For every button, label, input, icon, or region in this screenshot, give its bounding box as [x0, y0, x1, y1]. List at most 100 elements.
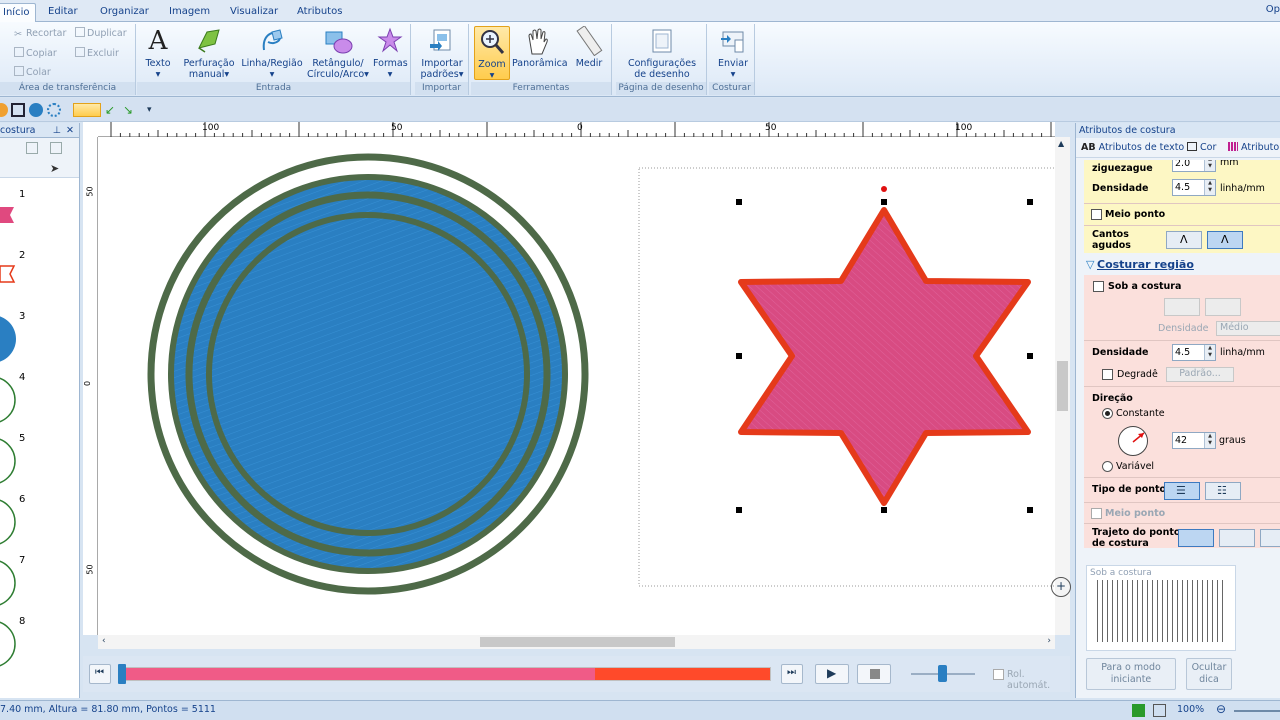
- cut-button[interactable]: ✂ Recortar: [14, 27, 66, 41]
- angle-spinner[interactable]: 42: [1172, 432, 1216, 449]
- tab-organizar[interactable]: Organizar: [94, 3, 155, 22]
- zoom-magnifier-icon[interactable]: +: [1051, 577, 1071, 597]
- region-density-spinner[interactable]: 4.5: [1172, 344, 1216, 361]
- list-item[interactable]: 1: [0, 182, 78, 242]
- tab-color[interactable]: Cor: [1187, 142, 1216, 153]
- circle-design[interactable]: [147, 153, 589, 595]
- angle-dial[interactable]: [1118, 426, 1148, 456]
- pan-button[interactable]: Panorâmica: [512, 26, 568, 69]
- rotation-handle[interactable]: [881, 186, 887, 192]
- zigzag-spinner[interactable]: 2.0: [1172, 160, 1216, 172]
- tab-editar[interactable]: Editar: [42, 3, 84, 22]
- stitch-progress-bar[interactable]: [119, 667, 771, 681]
- zoom-button[interactable]: Zoom ▾: [474, 26, 510, 81]
- paste-button[interactable]: Colar: [14, 66, 51, 80]
- duplicate-button[interactable]: Duplicar: [75, 27, 127, 41]
- horizontal-scroll-thumb[interactable]: [480, 637, 675, 647]
- scroll-up-icon[interactable]: ▲: [1058, 139, 1064, 148]
- gradient-checkbox[interactable]: [1102, 369, 1113, 380]
- save-icon[interactable]: [11, 103, 25, 117]
- app-icon[interactable]: [0, 103, 8, 117]
- lock-icon[interactable]: [26, 142, 38, 154]
- auto-scroll-checkbox[interactable]: [993, 669, 1004, 680]
- star-design[interactable]: [738, 207, 1031, 506]
- path-type-2[interactable]: [1219, 529, 1255, 547]
- manual-punch-icon: [198, 29, 220, 53]
- tab-options[interactable]: Op: [1266, 4, 1280, 15]
- list-item[interactable]: 2: [0, 243, 78, 303]
- stop-button[interactable]: [857, 664, 891, 684]
- line-region-button[interactable]: Linha/Região ▾: [241, 26, 303, 80]
- under-stitch-checkbox[interactable]: [1093, 281, 1104, 292]
- pin-icon[interactable]: ⊥: [53, 123, 61, 138]
- pointer-icon[interactable]: ➤: [50, 162, 59, 175]
- corner-normal-toggle[interactable]: Λ: [1166, 231, 1202, 249]
- stitch-attr-icon: [1228, 142, 1238, 151]
- design-canvas[interactable]: [98, 137, 1055, 635]
- circle-tool-icon[interactable]: [29, 103, 43, 117]
- zoom-slider[interactable]: [1234, 710, 1280, 712]
- rect-circle-arc-button[interactable]: Retângulo/Círculo/Arco▾: [305, 26, 371, 80]
- progress-handle[interactable]: [118, 664, 126, 684]
- beginner-mode-button[interactable]: Para o modo iniciante: [1086, 658, 1176, 690]
- manual-punch-button[interactable]: Perfuração manual▾: [181, 26, 237, 80]
- density-spinner[interactable]: 4.5: [1172, 179, 1216, 196]
- list-item[interactable]: 4: [0, 365, 78, 425]
- scroll-right-icon[interactable]: ›: [1047, 636, 1051, 646]
- under-stitch-type-1[interactable]: [1164, 298, 1200, 316]
- close-icon[interactable]: ✕: [66, 123, 74, 138]
- tab-inicio[interactable]: Início: [0, 3, 37, 22]
- half-stitch-checkbox[interactable]: [1091, 209, 1102, 220]
- fit-icon[interactable]: [1132, 704, 1145, 717]
- speed-slider-thumb[interactable]: [938, 665, 947, 682]
- path-type-1[interactable]: [1178, 529, 1214, 547]
- list-item[interactable]: 7: [0, 548, 78, 608]
- text-button[interactable]: A Texto ▾: [143, 26, 173, 80]
- hide-tip-button[interactable]: Ocultar dica: [1186, 658, 1232, 690]
- under-stitch-type-2[interactable]: [1205, 298, 1241, 316]
- tab-text-attributes[interactable]: AB Atributos de texto: [1081, 142, 1184, 153]
- customize-qat-icon[interactable]: ▾: [147, 103, 161, 117]
- vertical-scrollbar[interactable]: ▲ +: [1051, 137, 1071, 635]
- group-ferramentas: Zoom ▾ Panorâmica Medir Ferramentas: [471, 24, 612, 95]
- path-type-3[interactable]: [1260, 529, 1280, 547]
- zoom-out-icon[interactable]: ⊖: [1216, 702, 1226, 716]
- tab-imagem[interactable]: Imagem: [163, 3, 216, 22]
- list-item[interactable]: 5: [0, 426, 78, 486]
- ruler-left-label: 50: [85, 564, 95, 575]
- tab-visualizar[interactable]: Visualizar: [224, 3, 284, 22]
- measure-button[interactable]: Medir: [569, 26, 609, 69]
- stitch-type-alt[interactable]: ☷: [1205, 482, 1241, 500]
- shapes-button[interactable]: Formas ▾: [373, 26, 408, 80]
- horizontal-scrollbar[interactable]: ‹ ›: [98, 635, 1055, 649]
- tab-stitch-attributes[interactable]: Atributo: [1228, 142, 1279, 153]
- radio-constant[interactable]: [1102, 408, 1113, 419]
- frame-icon[interactable]: [50, 142, 62, 154]
- dotted-circle-icon[interactable]: [47, 103, 61, 117]
- blue-fill-circle[interactable]: [168, 174, 568, 574]
- go-to-end-button[interactable]: ⏭: [781, 664, 803, 684]
- arrow-green-2-icon[interactable]: ↘: [123, 103, 137, 117]
- star-fill[interactable]: [738, 207, 1031, 506]
- half-stitch-2-checkbox[interactable]: [1091, 508, 1102, 519]
- stitch-type-standard[interactable]: ☰: [1164, 482, 1200, 500]
- arrow-green-icon[interactable]: ↙: [105, 103, 119, 117]
- corner-sharp-toggle[interactable]: Λ: [1207, 231, 1243, 249]
- grid-icon[interactable]: [1153, 704, 1166, 717]
- copy-button[interactable]: Copiar: [14, 47, 57, 61]
- design-settings-button[interactable]: Configurações de desenho: [620, 26, 704, 80]
- tab-atributos[interactable]: Atributos: [291, 3, 348, 22]
- radio-variable[interactable]: [1102, 461, 1113, 472]
- pattern-button[interactable]: Padrão...: [1166, 367, 1234, 382]
- list-item[interactable]: 8: [0, 609, 78, 669]
- scroll-left-icon[interactable]: ‹: [102, 636, 106, 646]
- list-item[interactable]: 6: [0, 487, 78, 547]
- import-patterns-button[interactable]: Importar padrões▾: [418, 26, 466, 80]
- delete-button[interactable]: Excluir: [75, 47, 119, 61]
- stitch-simulation-icon[interactable]: [73, 103, 101, 117]
- vertical-scroll-thumb[interactable]: [1057, 361, 1068, 411]
- send-button[interactable]: Enviar ▾: [713, 26, 753, 80]
- list-item[interactable]: 3: [0, 304, 78, 364]
- go-to-start-button[interactable]: ⏮: [89, 664, 111, 684]
- play-button[interactable]: ▶: [815, 664, 849, 684]
